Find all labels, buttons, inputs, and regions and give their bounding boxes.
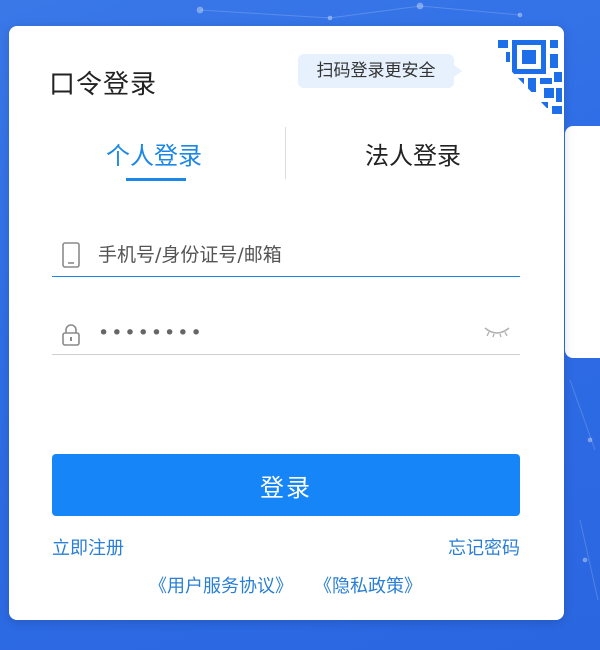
forgot-password-link[interactable]: 忘记密码 <box>448 534 520 560</box>
login-type-tabs: 个人登录 法人登录 <box>9 126 564 186</box>
tab-divider <box>285 127 286 179</box>
password-field <box>52 314 520 355</box>
card-title: 口令登录 <box>49 70 158 100</box>
privacy-policy-link[interactable]: 《隐私政策》 <box>314 572 422 598</box>
login-card: 口令登录 扫码登录更安全 个人登录 法人登录 手机号/身份证号/邮箱 •••••… <box>9 26 564 620</box>
login-button[interactable]: 登录 <box>52 454 520 516</box>
qr-login-tip: 扫码登录更安全 <box>298 54 462 88</box>
password-input[interactable] <box>98 318 478 348</box>
eye-closed-icon[interactable] <box>484 326 510 338</box>
qr-code-icon[interactable] <box>468 26 564 126</box>
terms-of-service-link[interactable]: 《用户服务协议》 <box>149 572 293 598</box>
side-panel <box>565 126 600 358</box>
account-input[interactable] <box>98 240 478 270</box>
tab-legal-login[interactable]: 法人登录 <box>365 136 461 171</box>
phone-icon <box>62 242 80 268</box>
register-link[interactable]: 立即注册 <box>52 534 124 560</box>
lock-icon <box>62 324 80 346</box>
account-field <box>52 236 520 277</box>
tab-personal-login[interactable]: 个人登录 <box>106 136 202 171</box>
active-tab-indicator <box>126 178 186 181</box>
